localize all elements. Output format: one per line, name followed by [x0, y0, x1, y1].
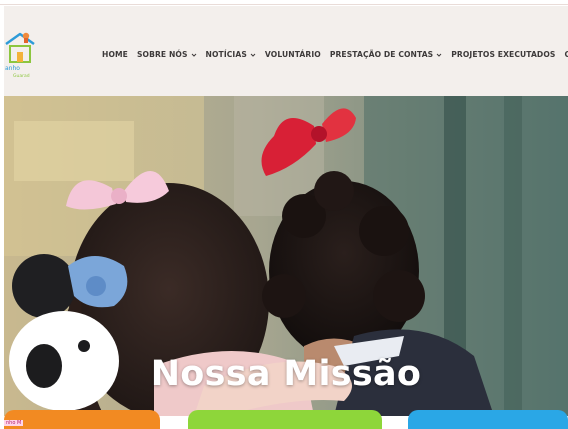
card-green[interactable]: [188, 410, 382, 429]
nav-prestacao-de-contas[interactable]: PRESTAÇÃO DE CONTAS: [330, 50, 442, 59]
card-orange[interactable]: [4, 410, 160, 429]
hero-title: Nossa Missão: [150, 354, 422, 394]
nav-contato[interactable]: CO: [564, 50, 568, 59]
nav-sobre-nos-label: SOBRE NÓS: [136, 50, 188, 59]
nav-voluntario-label: VOLUNTÁRIO: [264, 50, 321, 59]
nav-projetos-label: PROJETOS EXECUTADOS: [451, 50, 556, 59]
svg-text:Guarad: Guarad: [13, 73, 30, 79]
house-logo-icon[interactable]: anho Guarad: [4, 28, 36, 80]
nav-noticias[interactable]: NOTÍCIAS: [206, 50, 256, 59]
page: anho Guarad HOME SOBRE NÓS NOTÍCIAS VOLU…: [0, 0, 568, 429]
top-divider: [0, 4, 568, 5]
site-header: anho Guarad HOME SOBRE NÓS NOTÍCIAS VOLU…: [4, 6, 568, 96]
nav-home[interactable]: HOME: [102, 50, 128, 59]
main-nav: HOME SOBRE NÓS NOTÍCIAS VOLUNTÁRIO PREST…: [102, 50, 568, 59]
svg-text:anho: anho: [5, 65, 20, 72]
tiny-tag: nho M: [4, 420, 24, 426]
nav-voluntario[interactable]: VOLUNTÁRIO: [265, 50, 321, 59]
nav-noticias-label: NOTÍCIAS: [205, 50, 247, 59]
card-blue[interactable]: [408, 410, 568, 429]
nav-sobre-nos[interactable]: SOBRE NÓS: [137, 50, 197, 59]
chevron-down-icon: [436, 53, 442, 57]
chevron-down-icon: [191, 53, 196, 57]
nav-prestacao-label: PRESTAÇÃO DE CONTAS: [329, 50, 434, 59]
chevron-down-icon: [250, 53, 256, 57]
nav-contato-label: CO: [564, 50, 568, 59]
nav-home-label: HOME: [102, 50, 128, 59]
nav-projetos-executados[interactable]: PROJETOS EXECUTADOS: [451, 50, 555, 59]
hero-banner: Nossa Missão: [4, 96, 568, 416]
